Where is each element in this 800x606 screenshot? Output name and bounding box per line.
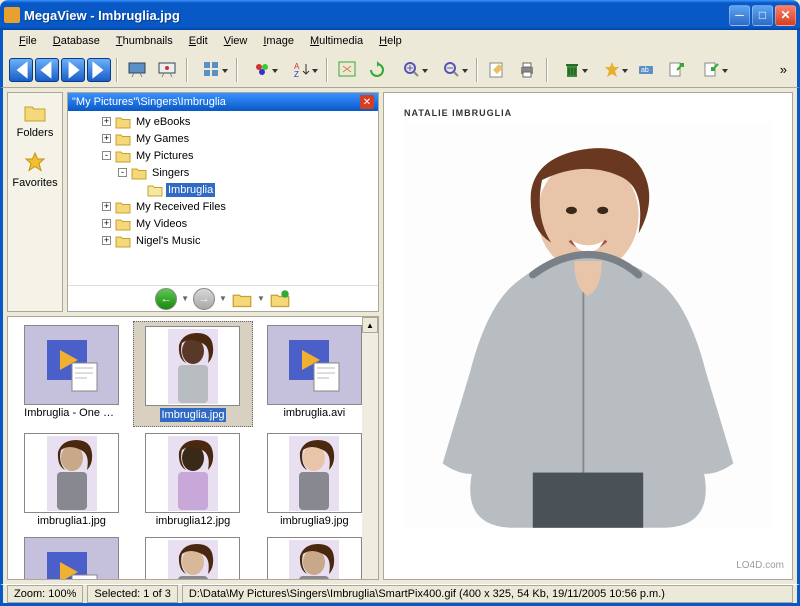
tree-header: "My Pictures"\Singers\Imbruglia ✕ xyxy=(68,93,378,111)
thumbnail-scrollbar[interactable]: ▲ xyxy=(362,317,378,579)
tree-toolbar: ← ▼ → ▼ ▼ xyxy=(68,285,378,311)
tree-back-button[interactable]: ← xyxy=(155,288,177,310)
last-button[interactable] xyxy=(87,58,111,82)
svg-text:ab: ab xyxy=(641,67,649,74)
thumbnail-item[interactable]: Imbruglia.jpg xyxy=(133,321,252,427)
menu-multimedia[interactable]: Multimedia xyxy=(302,33,371,49)
close-button[interactable]: ✕ xyxy=(775,5,796,26)
menu-help[interactable]: Help xyxy=(371,33,410,49)
statusbar: Zoom: 100% Selected: 1 of 3 D:\Data\My P… xyxy=(0,584,800,606)
tree-forward-button[interactable]: → xyxy=(193,288,215,310)
thumbnail-item[interactable]: imbruglia12.jpg xyxy=(133,429,252,531)
presentation-button[interactable] xyxy=(153,56,181,84)
zoom-in-button[interactable] xyxy=(393,56,431,84)
menubar: File Database Thumbnails Edit View Image… xyxy=(0,30,800,52)
view-mode-button[interactable] xyxy=(193,56,231,84)
preview-caption: NATALIE IMBRUGLIA xyxy=(404,108,512,118)
tree-node[interactable]: +My Received Files xyxy=(70,198,376,215)
toolbar: AZ ab » xyxy=(0,52,800,88)
export-button[interactable] xyxy=(663,56,691,84)
window-title: MegaView - Imbruglia.jpg xyxy=(24,8,727,23)
thumbnail-item[interactable] xyxy=(255,533,374,580)
tree-path: "My Pictures"\Singers\Imbruglia xyxy=(72,96,226,108)
app-icon xyxy=(4,7,20,23)
status-selected: Selected: 1 of 3 xyxy=(87,585,177,603)
sidebar-label-folders: Folders xyxy=(17,127,54,139)
toolbar-overflow-icon[interactable]: » xyxy=(776,62,791,77)
slideshow-button[interactable] xyxy=(123,56,151,84)
first-button[interactable] xyxy=(9,58,33,82)
sidebar-label-favorites: Favorites xyxy=(12,177,57,189)
tree-node[interactable]: +Nigel's Music xyxy=(70,232,376,249)
thumbnail-item[interactable] xyxy=(12,533,131,580)
thumbnail-item[interactable] xyxy=(133,533,252,580)
folder-tree[interactable]: +My eBooks+My Games-My Pictures-SingersI… xyxy=(68,111,378,285)
sidebar-tab-folders[interactable]: Folders xyxy=(17,101,54,139)
svg-text:Z: Z xyxy=(294,70,299,79)
sort-button[interactable]: AZ xyxy=(283,56,321,84)
print-button[interactable] xyxy=(513,56,541,84)
zoom-out-button[interactable] xyxy=(433,56,471,84)
tree-node[interactable]: +My Games xyxy=(70,130,376,147)
menu-image[interactable]: Image xyxy=(255,33,302,49)
delete-button[interactable] xyxy=(553,56,591,84)
preview-pane[interactable]: NATALIE IMBRUGLIA LO4D.com xyxy=(383,92,793,580)
tree-refresh-button[interactable] xyxy=(269,288,291,310)
import-button[interactable] xyxy=(693,56,731,84)
thumbnail-item[interactable]: imbruglia1.jpg xyxy=(12,429,131,531)
tree-close-button[interactable]: ✕ xyxy=(360,95,374,109)
fullscreen-button[interactable] xyxy=(333,56,361,84)
status-path: D:\Data\My Pictures\Singers\Imbruglia\Sm… xyxy=(182,585,793,603)
next-button[interactable] xyxy=(61,58,85,82)
folder-icon xyxy=(23,101,47,125)
menu-database[interactable]: Database xyxy=(45,33,108,49)
scroll-up-icon[interactable]: ▲ xyxy=(362,317,378,333)
thumbnail-item[interactable]: imbruglia9.jpg xyxy=(255,429,374,531)
maximize-button[interactable]: □ xyxy=(752,5,773,26)
preview-image xyxy=(404,123,772,528)
filter-button[interactable] xyxy=(243,56,281,84)
rename-button[interactable]: ab xyxy=(633,56,661,84)
menu-view[interactable]: View xyxy=(216,33,256,49)
minimize-button[interactable]: ─ xyxy=(729,5,750,26)
tree-node[interactable]: -My Pictures xyxy=(70,147,376,164)
status-zoom: Zoom: 100% xyxy=(7,585,83,603)
menu-thumbnails[interactable]: Thumbnails xyxy=(108,33,181,49)
tree-node[interactable]: -Singers xyxy=(70,164,376,181)
sidebar-tabs: Folders Favorites xyxy=(7,92,63,312)
menu-edit[interactable]: Edit xyxy=(181,33,216,49)
edit-button[interactable] xyxy=(483,56,511,84)
prev-button[interactable] xyxy=(35,58,59,82)
tree-node[interactable]: Imbruglia xyxy=(70,181,376,198)
menu-file[interactable]: File xyxy=(11,33,45,49)
star-icon xyxy=(23,151,47,175)
tree-node[interactable]: +My eBooks xyxy=(70,113,376,130)
favorite-button[interactable] xyxy=(593,56,631,84)
thumbnail-item[interactable]: imbruglia.avi xyxy=(255,321,374,427)
rotate-button[interactable] xyxy=(363,56,391,84)
sidebar-tab-favorites[interactable]: Favorites xyxy=(12,151,57,189)
folder-tree-panel: "My Pictures"\Singers\Imbruglia ✕ +My eB… xyxy=(67,92,379,312)
tree-up-button[interactable] xyxy=(231,288,253,310)
thumbnail-grid[interactable]: ▲ Imbruglia - One M...Imbruglia.jpgimbru… xyxy=(7,316,379,580)
thumbnail-item[interactable]: Imbruglia - One M... xyxy=(12,321,131,427)
watermark: LO4D.com xyxy=(736,560,784,571)
titlebar: MegaView - Imbruglia.jpg ─ □ ✕ xyxy=(0,0,800,30)
tree-node[interactable]: +My Videos xyxy=(70,215,376,232)
